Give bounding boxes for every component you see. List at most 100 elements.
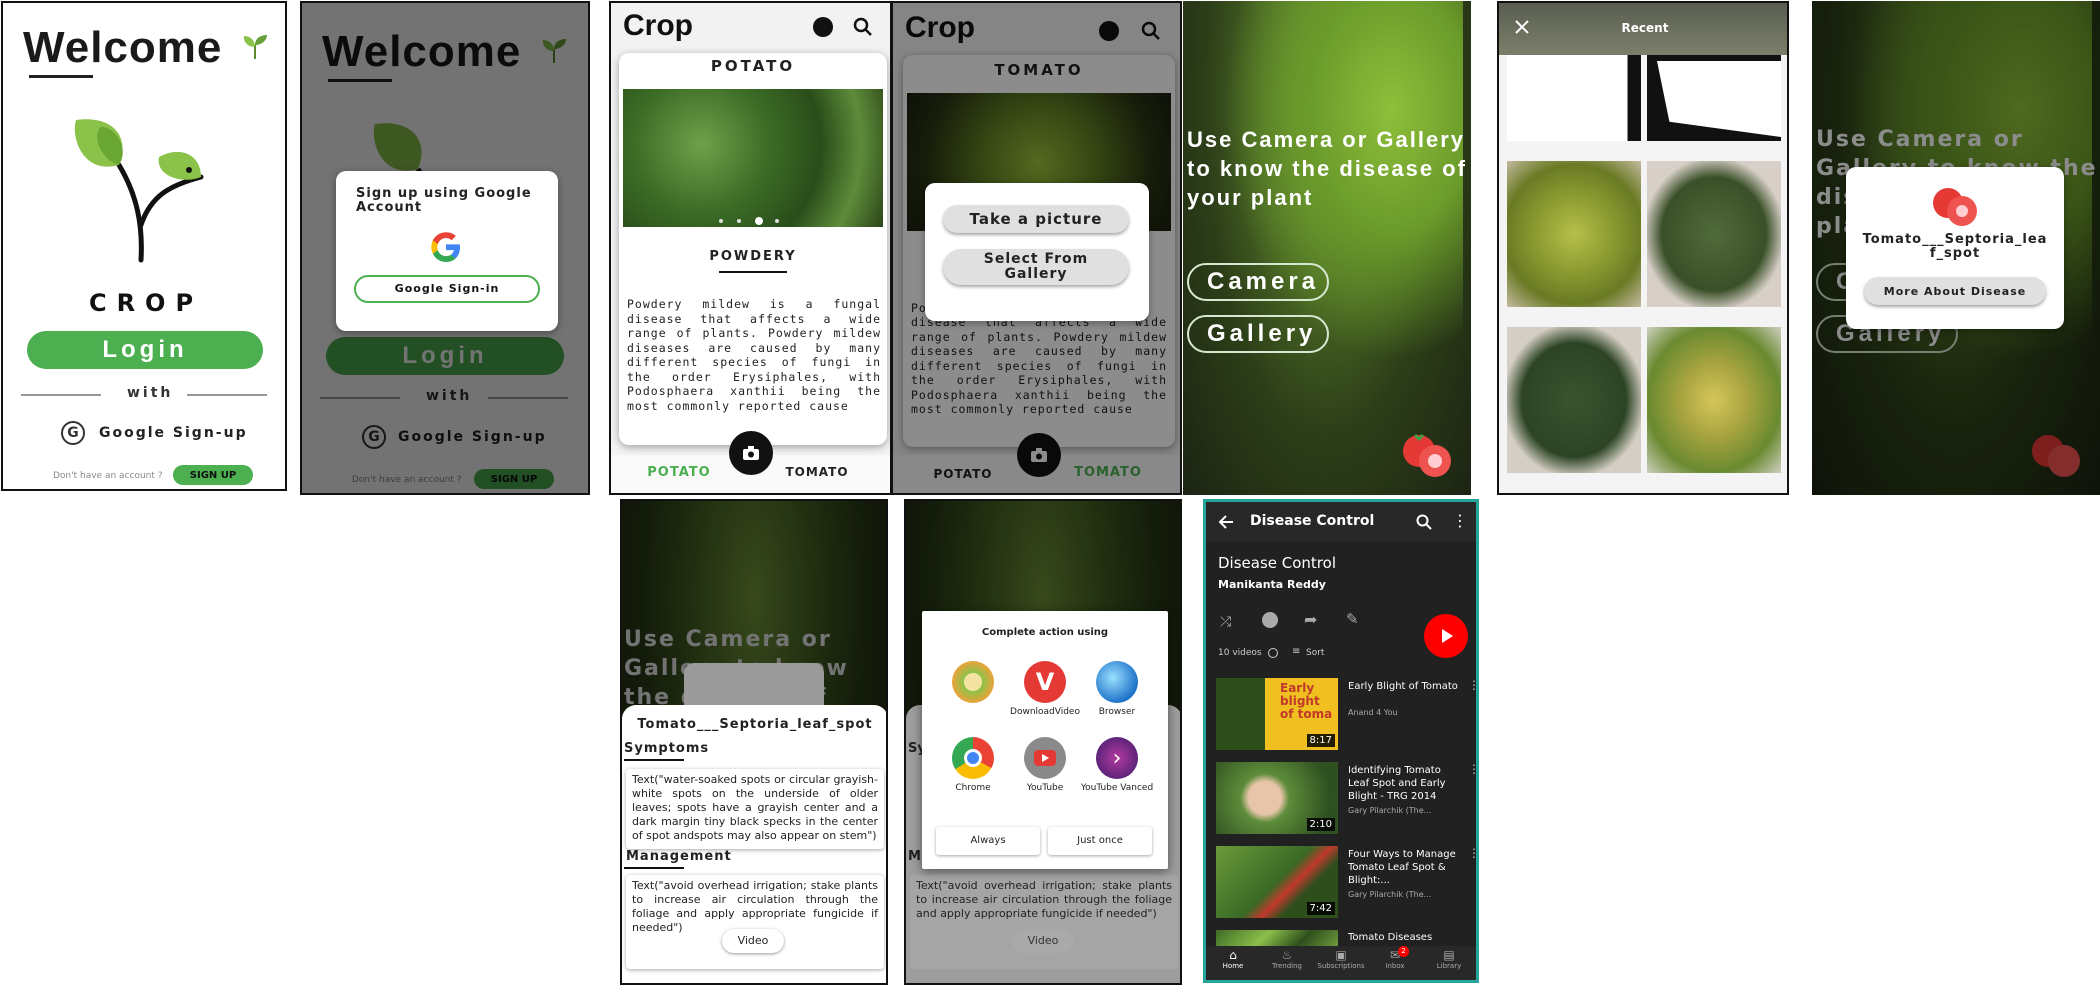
screen-crop-potato: Crop POTATO POWDERY Powdery mildew is a … [609,1,892,495]
card-title: POTATO [710,57,796,75]
google-signup-button[interactable]: Google Sign-up [99,425,248,441]
tab-potato[interactable]: POTATO [611,465,747,480]
video-count: 10 videos [1218,648,1262,658]
chrome-icon[interactable] [952,737,994,779]
face-icon[interactable] [813,17,833,37]
video-thumbnail[interactable] [1216,930,1338,946]
nav-subscriptions[interactable]: ▣ Subscriptions [1314,948,1368,970]
play-all-icon[interactable] [1424,614,1468,658]
video-thumbnail[interactable]: 7:42 [1216,846,1338,918]
video-row[interactable]: 2:10 Identifying Tomato Leaf Spot and Ea… [1216,762,1476,840]
divider-right [187,394,267,396]
video-thumbnail[interactable]: 2:10 [1216,762,1338,834]
more-vert-icon[interactable]: ⋮ [1452,512,1468,530]
gallery-thumb[interactable] [1507,55,1641,141]
nav-library[interactable]: ▤ Library [1422,948,1476,970]
disease-name: Tomato___Septoria_leaf_spot [1862,232,2048,261]
sprout-icon [241,33,269,63]
download-video-icon[interactable]: V [1024,661,1066,703]
nav-label: Home [1222,962,1244,970]
gallery-thumb[interactable] [1647,161,1781,307]
playlist-owner[interactable]: Manikanta Reddy [1218,578,1326,591]
search-icon[interactable] [853,17,873,41]
edit-icon[interactable]: ✎ [1346,610,1359,628]
image-source-dialog: Take a picture Select From Gallery [925,183,1149,321]
signup-button[interactable]: SIGN UP [173,465,253,485]
video-row[interactable]: Early blight of toma 8:17 Early Blight o… [1216,678,1476,756]
gallery-title: Recent [1621,21,1669,35]
video-thumbnail[interactable]: Early blight of toma 8:17 [1216,678,1338,750]
app-label-2: DownloadVideo [1010,707,1080,717]
just-once-button[interactable]: Just once [1048,827,1152,855]
tomato-icon[interactable] [1401,429,1455,483]
screen-welcome: Welcome CROP Login with G Google Sign-up… [1,1,287,491]
home-icon: ⌂ [1229,948,1237,962]
screen-google-dialog: Welcome Login with G Google Sign-up Don'… [300,1,590,495]
camera-button[interactable]: Camera [1187,263,1329,301]
brand-name: CROP [88,289,204,317]
management-label: Management [626,849,732,864]
sort-label[interactable]: Sort [1306,648,1324,658]
nav-home[interactable]: ⌂ Home [1206,948,1260,970]
disease-details-sheet: Tomato___Septoria_leaf_spot Symptoms Tex… [622,705,886,983]
library-icon: ▤ [1443,948,1455,962]
back-arrow-icon[interactable] [1218,514,1234,534]
complete-action-dialog: Complete action using V DownloadVideo Br… [922,611,1168,869]
login-button[interactable]: Login [27,331,263,369]
browser-icon[interactable] [1096,661,1138,703]
video-row[interactable]: 7:42 Four Ways to Manage Tomato Leaf Spo… [1216,846,1476,924]
nav-label: Inbox [1385,962,1405,970]
google-signin-button[interactable]: Google Sign-in [354,275,540,303]
app-label-5: YouTube [1026,783,1064,793]
video-channel: Gary Pilarchik (The... [1348,890,1432,899]
screen-camera-gallery: Use Camera or Gallery to know the diseas… [1183,1,1471,495]
gallery-thumb[interactable] [1507,327,1641,473]
more-about-disease-button[interactable]: More About Disease [1864,277,2046,305]
result-dialog: Tomato___Septoria_leaf_spot More About D… [1846,167,2064,329]
carousel-dots[interactable] [719,217,789,225]
video-button[interactable]: Video [1012,929,1074,953]
disease-title: POWDERY [709,249,797,264]
always-button[interactable]: Always [936,827,1040,855]
video-title: Identifying Tomato Leaf Spot and Early B… [1348,765,1446,802]
camera-icon[interactable] [729,431,773,475]
management-text: Text("avoid overhead irrigation; stake p… [910,875,1178,969]
video-more-icon[interactable]: ⋮ [1468,678,1476,692]
sort-icon[interactable]: ≡ [1292,646,1300,657]
gallery-thumb[interactable] [1507,161,1641,307]
youtube-vanced-icon[interactable]: › [1096,737,1138,779]
video-more-icon[interactable]: ⋮ [1468,762,1476,776]
tab-tomato[interactable]: TOMATO [747,465,887,479]
nav-inbox[interactable]: ✉ Inbox 2 [1368,946,1422,970]
select-gallery-button[interactable]: Select From Gallery [943,249,1129,285]
app-label-3: Browser [1098,707,1136,717]
app-label-6: YouTube Vanced [1080,783,1154,793]
dialog-title: Complete action using [981,627,1109,638]
search-icon[interactable] [1416,514,1432,534]
subscriptions-icon: ▣ [1335,948,1347,962]
no-account-text: Don't have an account ? [53,471,163,481]
screen-detected: Use Camera or Gallery to know the diseas… [1812,1,2100,495]
gallery-thumb[interactable] [1647,327,1781,473]
disease-title-underline [719,271,787,273]
headline: Use Camera or Gallery to know the diseas… [1187,127,1467,210]
gallery-thumb[interactable] [1647,55,1781,141]
playlist-title: Disease Control [1218,554,1336,572]
video-button[interactable]: Video [722,929,784,953]
screen-crop-tomato: Crop TOMATO Po disease that affects a wi… [891,1,1182,495]
trending-icon: ♨ [1281,948,1293,962]
video-row[interactable]: Tomato Diseases ⋮ [1216,930,1468,946]
video-more-icon[interactable]: ⋮ [1468,846,1476,860]
youtube-icon[interactable] [1024,737,1066,779]
crop-card: POTATO POWDERY Powdery mildew is a funga… [619,53,887,445]
divider-left [21,394,101,396]
nav-trending[interactable]: ♨ Trending [1260,948,1314,970]
take-picture-button[interactable]: Take a picture [943,205,1129,233]
app-icon-1[interactable] [952,661,994,703]
shuffle-icon[interactable]: ⤮ [1220,614,1231,630]
share-icon[interactable]: ➦ [1304,610,1317,629]
thumb-text: Early blight of toma [1280,681,1333,721]
download-icon[interactable] [1262,612,1278,628]
globe-icon [1268,648,1278,658]
gallery-button[interactable]: Gallery [1187,315,1329,353]
